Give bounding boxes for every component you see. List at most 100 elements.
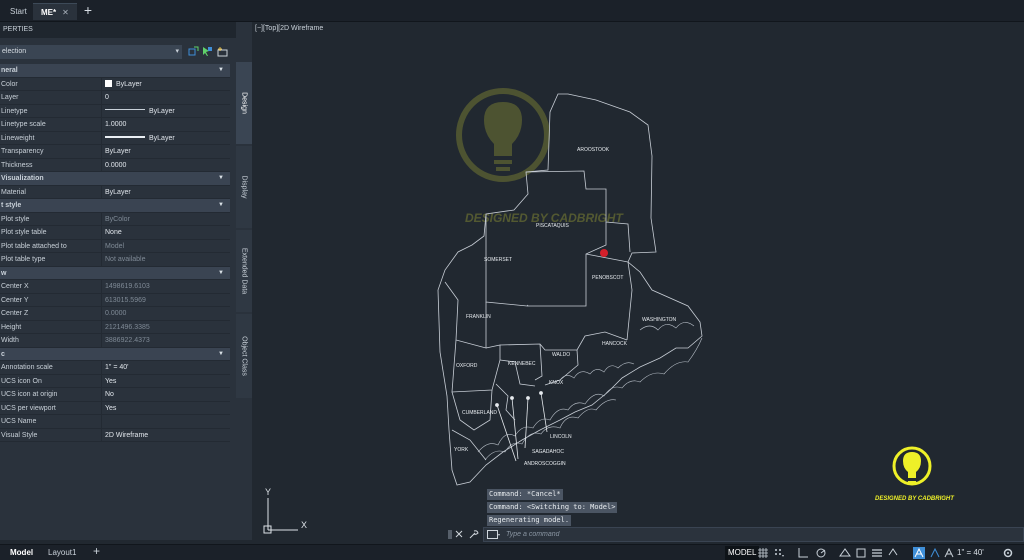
side-tab-label: Display	[240, 175, 248, 199]
quick-select-icon[interactable]	[188, 46, 199, 57]
property-row[interactable]: Center X 1498619.6103	[0, 280, 230, 294]
palette-title[interactable]: PERTIES	[0, 22, 236, 38]
grid-icon[interactable]	[757, 547, 769, 559]
add-layout-button[interactable]: +	[89, 544, 104, 558]
property-label: Height	[0, 320, 102, 333]
property-row[interactable]: Lineweight ByLayer	[0, 131, 230, 145]
property-row[interactable]: Material ByLayer	[0, 185, 230, 199]
section-general[interactable]: neral ▼	[0, 64, 230, 78]
drawing-canvas[interactable]: DESIGNED BY CADBRIGHT AROOSTOOK PISCATAQ…	[252, 22, 1024, 540]
property-row[interactable]: UCS Name	[0, 415, 230, 429]
tab-drawing[interactable]: ME* ✕	[33, 3, 77, 20]
property-row[interactable]: UCS icon On Yes	[0, 374, 230, 388]
object-snap-icon[interactable]	[855, 547, 867, 559]
gear-icon[interactable]	[1002, 547, 1014, 559]
property-value[interactable]: ByLayer	[105, 186, 230, 199]
property-value[interactable]: 1" = 40'	[105, 361, 230, 374]
property-row[interactable]: UCS per viewport Yes	[0, 401, 230, 415]
section-visualization[interactable]: Visualization ▼	[0, 172, 230, 186]
close-icon[interactable]: ✕	[62, 8, 69, 17]
section-misc[interactable]: c ▼	[0, 347, 230, 361]
property-value[interactable]: 2D Wireframe	[105, 429, 230, 442]
property-value[interactable]: 1.0000	[105, 118, 230, 131]
snap-icon[interactable]	[773, 547, 785, 559]
polar-icon[interactable]	[815, 547, 827, 559]
close-icon[interactable]	[455, 530, 463, 538]
selection-dropdown[interactable]: election ▾	[0, 45, 182, 59]
linetype-value: ByLayer	[149, 107, 175, 115]
tab-model[interactable]: Model	[6, 546, 37, 560]
property-value[interactable]: ByLayer	[105, 105, 230, 118]
property-value[interactable]: 0	[105, 91, 230, 104]
ucs-x-label: X	[301, 520, 307, 530]
selection-cycling-icon[interactable]	[887, 547, 899, 559]
property-row[interactable]: Visual Style 2D Wireframe	[0, 428, 230, 442]
property-row[interactable]: Transparency ByLayer	[0, 145, 230, 159]
property-label: Linetype	[0, 104, 102, 117]
isodraft-icon[interactable]	[839, 547, 851, 559]
property-value[interactable]: Yes	[105, 375, 230, 388]
annotation-visibility-icon[interactable]	[913, 547, 925, 559]
property-row[interactable]: UCS icon at origin No	[0, 388, 230, 402]
chevron-down-icon: ▼	[218, 202, 224, 208]
property-row[interactable]: Linetype ByLayer	[0, 104, 230, 118]
command-prompt-icon[interactable]	[487, 530, 501, 540]
property-value[interactable]: No	[105, 388, 230, 401]
property-row[interactable]: Center Y 613015.5969	[0, 293, 230, 307]
ucs-icon	[263, 498, 298, 534]
command-input[interactable]	[506, 529, 1006, 540]
property-value[interactable]: ByLayer	[105, 78, 230, 91]
tab-start[interactable]: Start	[2, 3, 35, 20]
command-line[interactable]	[483, 527, 1024, 542]
autoscale-icon[interactable]	[929, 547, 941, 559]
property-row[interactable]: Width 3886922.4373	[0, 334, 230, 348]
wrench-icon[interactable]	[469, 530, 479, 539]
side-tab-label: Object Class	[240, 336, 248, 376]
side-tab-display[interactable]: Display	[236, 146, 252, 228]
annotation-scale-icon[interactable]	[943, 547, 955, 559]
county-label: KENNEBEC	[508, 361, 536, 367]
property-row[interactable]: Linetype scale 1.0000	[0, 118, 230, 132]
selection-value: election	[2, 48, 27, 55]
property-row[interactable]: Height 2121496.3385	[0, 320, 230, 334]
property-value[interactable]: None	[105, 226, 230, 239]
model-space-button[interactable]: MODEL	[725, 546, 760, 560]
property-row[interactable]: Annotation scale 1" = 40'	[0, 361, 230, 375]
chevron-down-icon: ▼	[218, 67, 224, 73]
property-value[interactable]: 0.0000	[105, 159, 230, 172]
chevron-down-icon: ▼	[218, 175, 224, 181]
property-row[interactable]: Color ByLayer	[0, 77, 230, 91]
side-tab-extended-data[interactable]: Extended Data	[236, 230, 252, 312]
side-tab-object-class[interactable]: Object Class	[236, 314, 252, 398]
property-value[interactable]: ByLayer	[105, 145, 230, 158]
property-row[interactable]: Layer 0	[0, 91, 230, 105]
property-value[interactable]: Yes	[105, 402, 230, 415]
property-row[interactable]: Plot style table None	[0, 226, 230, 240]
property-label: Material	[0, 185, 102, 198]
property-row[interactable]: Plot table attached to Model	[0, 239, 230, 253]
property-value[interactable]: ByLayer	[105, 132, 230, 145]
grip-icon[interactable]	[448, 530, 452, 539]
side-tab-design[interactable]: Design	[236, 62, 252, 144]
property-row[interactable]: Center Z 0.0000	[0, 307, 230, 321]
select-objects-icon[interactable]	[202, 46, 213, 57]
command-history-line: Regenerating model.	[487, 515, 572, 526]
location-marker-icon[interactable]	[600, 249, 608, 257]
new-tab-button[interactable]: +	[80, 2, 96, 18]
color-value: ByLayer	[116, 80, 142, 88]
ortho-icon[interactable]	[797, 547, 809, 559]
county-label: YORK	[454, 447, 469, 453]
toggle-pickadd-icon[interactable]	[217, 46, 228, 57]
section-plot-style[interactable]: t style ▼	[0, 199, 230, 213]
section-plot-style-title: t style	[1, 202, 22, 209]
lineweight-icon[interactable]	[871, 547, 883, 559]
annotation-scale-value[interactable]: 1" = 40'	[957, 546, 984, 560]
section-view[interactable]: w ▼	[0, 266, 230, 280]
section-general-title: neral	[1, 67, 18, 74]
property-row[interactable]: Plot style ByColor	[0, 212, 230, 226]
property-row[interactable]: Thickness 0.0000	[0, 158, 230, 172]
tab-layout1[interactable]: Layout1	[44, 546, 80, 560]
property-value[interactable]	[105, 415, 230, 428]
property-row[interactable]: Plot table type Not available	[0, 253, 230, 267]
county-label: LINCOLN	[550, 434, 572, 440]
